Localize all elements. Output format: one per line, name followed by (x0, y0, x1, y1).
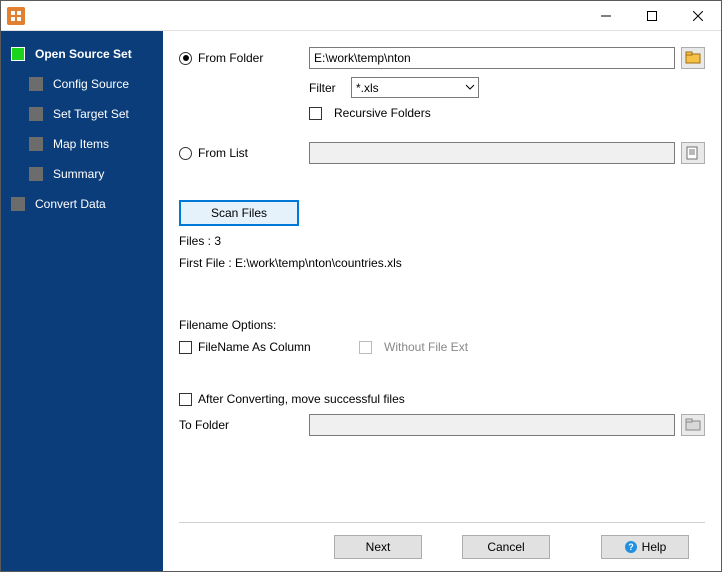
without-file-ext-label: Without File Ext (384, 340, 468, 354)
filter-label: Filter (309, 81, 345, 95)
tree-node-icon (29, 77, 43, 91)
sidebar-item-label: Open Source Set (35, 47, 132, 61)
after-converting-label: After Converting, move successful files (198, 392, 405, 406)
filename-as-column-checkbox[interactable] (179, 341, 192, 354)
recursive-folders-label: Recursive Folders (334, 106, 431, 120)
from-folder-radio[interactable] (179, 52, 192, 65)
sidebar: Open Source Set Config Source Set Target… (1, 31, 163, 571)
filename-options-label: Filename Options: (179, 318, 276, 332)
tree-node-icon (11, 197, 25, 211)
titlebar (1, 1, 721, 31)
browse-folder-button[interactable] (681, 47, 705, 69)
cancel-button[interactable]: Cancel (462, 535, 550, 559)
next-button[interactable]: Next (334, 535, 422, 559)
after-converting-checkbox[interactable] (179, 393, 192, 406)
help-icon: ? (624, 540, 638, 554)
tree-node-icon (29, 167, 43, 181)
sidebar-item-summary[interactable]: Summary (1, 159, 163, 189)
svg-text:?: ? (628, 542, 634, 552)
tree-node-icon (29, 107, 43, 121)
tree-node-icon (29, 137, 43, 151)
from-list-input[interactable] (309, 142, 675, 164)
to-folder-label: To Folder (179, 418, 229, 432)
first-file-label: First File : E:\work\temp\nton\countries… (179, 256, 402, 270)
scan-files-button[interactable]: Scan Files (179, 200, 299, 226)
sidebar-item-label: Set Target Set (53, 107, 129, 121)
filter-input[interactable] (351, 77, 479, 98)
recursive-folders-checkbox[interactable] (309, 107, 322, 120)
app-icon (7, 7, 25, 25)
sidebar-item-label: Summary (53, 167, 104, 181)
browse-to-folder-button[interactable] (681, 414, 705, 436)
sidebar-item-config-source[interactable]: Config Source (1, 69, 163, 99)
footer: Next Cancel ? Help (179, 522, 705, 571)
sidebar-item-convert-data[interactable]: Convert Data (1, 189, 163, 219)
from-folder-input[interactable] (309, 47, 675, 69)
without-file-ext-checkbox (359, 341, 372, 354)
files-count-label: Files : 3 (179, 234, 221, 248)
sidebar-item-label: Map Items (53, 137, 109, 151)
help-button[interactable]: ? Help (601, 535, 689, 559)
from-list-label: From List (198, 146, 248, 160)
browse-list-button[interactable] (681, 142, 705, 164)
app-window: Open Source Set Config Source Set Target… (0, 0, 722, 572)
sidebar-item-set-target-set[interactable]: Set Target Set (1, 99, 163, 129)
content-panel: From Folder Filter (163, 31, 721, 571)
sidebar-item-map-items[interactable]: Map Items (1, 129, 163, 159)
to-folder-input[interactable] (309, 414, 675, 436)
filename-as-column-label: FileName As Column (198, 340, 311, 354)
tree-node-icon (11, 47, 25, 61)
help-button-label: Help (642, 540, 667, 554)
sidebar-item-open-source-set[interactable]: Open Source Set (1, 39, 163, 69)
from-folder-label: From Folder (198, 51, 263, 65)
minimize-button[interactable] (583, 1, 629, 31)
filter-combo[interactable] (351, 77, 479, 98)
sidebar-item-label: Convert Data (35, 197, 106, 211)
maximize-button[interactable] (629, 1, 675, 31)
sidebar-item-label: Config Source (53, 77, 129, 91)
from-list-radio[interactable] (179, 147, 192, 160)
close-button[interactable] (675, 1, 721, 31)
